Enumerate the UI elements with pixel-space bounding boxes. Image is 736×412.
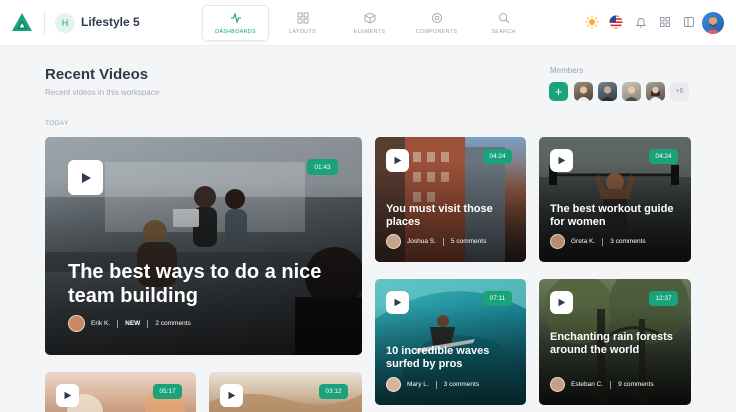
video-title[interactable]: You must visit those places [386,203,518,229]
add-member-button[interactable]: + [549,82,568,101]
play-icon [558,298,566,307]
play-button[interactable] [386,149,409,172]
comments-count[interactable]: 3 comments [444,381,479,388]
video-title[interactable]: Enchanting rain forests around the world [550,331,685,357]
play-button[interactable] [56,384,79,407]
video-card[interactable]: 12:37 Enchanting rain forests around the… [539,279,691,405]
video-duration-badge: 03:12 [319,384,348,399]
comments-count[interactable]: 5 comments [451,238,486,245]
author-name[interactable]: Joshua S. [407,238,436,245]
components-icon [431,12,442,23]
video-meta: Mary L. 3 comments [386,377,479,392]
nav-layouts[interactable]: LAYOUTS [269,5,336,41]
member-avatar[interactable] [646,82,665,101]
section-label-today: TODAY [45,120,69,127]
author-avatar[interactable] [386,377,401,392]
video-duration-badge: 12:37 [649,291,678,306]
app-logo-icon[interactable] [11,12,33,32]
page-title: Recent Videos [45,66,149,83]
nav-layouts-label: LAYOUTS [289,28,316,35]
user-avatar[interactable] [702,12,724,34]
nav-search[interactable]: SEARCH [470,5,537,41]
comments-count[interactable]: 3 comments [610,238,645,245]
main-nav: DASHBOARDS LAYOUTS ELEMENTS COMPONENTS S… [202,5,537,41]
comments-count[interactable]: 9 comments [618,381,653,388]
theme-toggle-sun-icon[interactable] [585,15,599,29]
video-title[interactable]: The best ways to do a nice team building [68,261,348,308]
notifications-bell-icon[interactable] [634,15,648,29]
meta-divider [442,237,444,246]
author-avatar[interactable] [68,315,85,332]
play-button[interactable] [550,291,573,314]
apps-grid-icon[interactable] [658,15,672,29]
video-duration-badge: 07:11 [483,291,512,306]
members-more-count[interactable]: +6 [670,82,689,101]
play-button[interactable] [68,160,103,195]
video-card[interactable]: 04:24 You must visit those places Joshua… [375,137,526,262]
play-icon [558,156,566,165]
header-divider [44,11,45,35]
meta-divider [610,380,612,389]
author-avatar[interactable] [550,377,565,392]
nav-dashboards[interactable]: DASHBOARDS [202,5,269,41]
new-badge: NEW [125,320,141,327]
video-title[interactable]: 10 incredible waves surfed by pros [386,345,521,371]
nav-components[interactable]: COMPONENTS [403,5,470,41]
video-meta: Erik K. NEW 2 comments [68,315,191,332]
video-meta: Greta K. 3 comments [550,234,646,249]
play-button[interactable] [386,291,409,314]
author-name[interactable]: Mary L. [407,381,429,388]
video-title[interactable]: The best workout guide for women [550,203,685,229]
member-avatar[interactable] [598,82,617,101]
play-icon [228,391,236,400]
box-icon [364,11,375,24]
meta-divider [602,237,604,246]
nav-components-label: COMPONENTS [415,28,458,35]
video-meta: Joshua S. 5 comments [386,234,486,249]
play-icon [64,391,72,400]
author-avatar[interactable] [550,234,565,249]
video-duration-badge: 04:24 [483,149,512,164]
play-icon [81,172,91,183]
video-card[interactable]: 07:11 10 incredible waves surfed by pros… [375,279,526,405]
author-name[interactable]: Greta K. [571,238,595,245]
meta-divider [147,319,149,328]
meta-divider [117,319,119,328]
play-icon [394,156,402,165]
author-name[interactable]: Erik K. [91,320,110,327]
video-duration-badge: 04:24 [649,149,678,164]
video-card[interactable]: 05:17 [45,372,196,412]
sidebar-toggle-icon[interactable] [682,15,696,29]
video-duration-badge: 05:17 [153,384,182,399]
top-bar: H Lifestyle 5 DASHBOARDS LAYOUTS ELEMENT… [0,0,736,46]
author-avatar[interactable] [386,234,401,249]
nav-search-label: SEARCH [491,28,516,35]
workspace-name[interactable]: Lifestyle 5 [81,15,140,29]
video-meta: Esteban C. 9 comments [550,377,654,392]
play-button[interactable] [220,384,243,407]
page-subtitle: Recent videos in this workspace [45,88,160,97]
video-duration-badge: 01:43 [307,159,338,175]
author-name[interactable]: Esteban C. [571,381,603,388]
grid-icon [297,12,308,23]
nav-elements-label: ELEMENTS [353,28,386,35]
video-card-featured[interactable]: 01:43 The best ways to do a nice team bu… [45,137,362,355]
member-avatar[interactable] [574,82,593,101]
member-avatar[interactable] [622,82,641,101]
nav-dashboards-label: DASHBOARDS [215,28,256,35]
play-button[interactable] [550,149,573,172]
language-flag-us-icon[interactable] [609,15,623,29]
members-label: Members [550,66,584,75]
comments-count[interactable]: 2 comments [155,320,190,327]
activity-icon [230,11,241,24]
meta-divider [435,380,437,389]
workspace-avatar[interactable]: H [55,13,75,33]
play-icon [394,298,402,307]
search-icon [498,12,509,23]
nav-elements[interactable]: ELEMENTS [336,5,403,41]
video-card[interactable]: 03:12 [209,372,362,412]
video-card[interactable]: 04:24 The best workout guide for women G… [539,137,691,262]
